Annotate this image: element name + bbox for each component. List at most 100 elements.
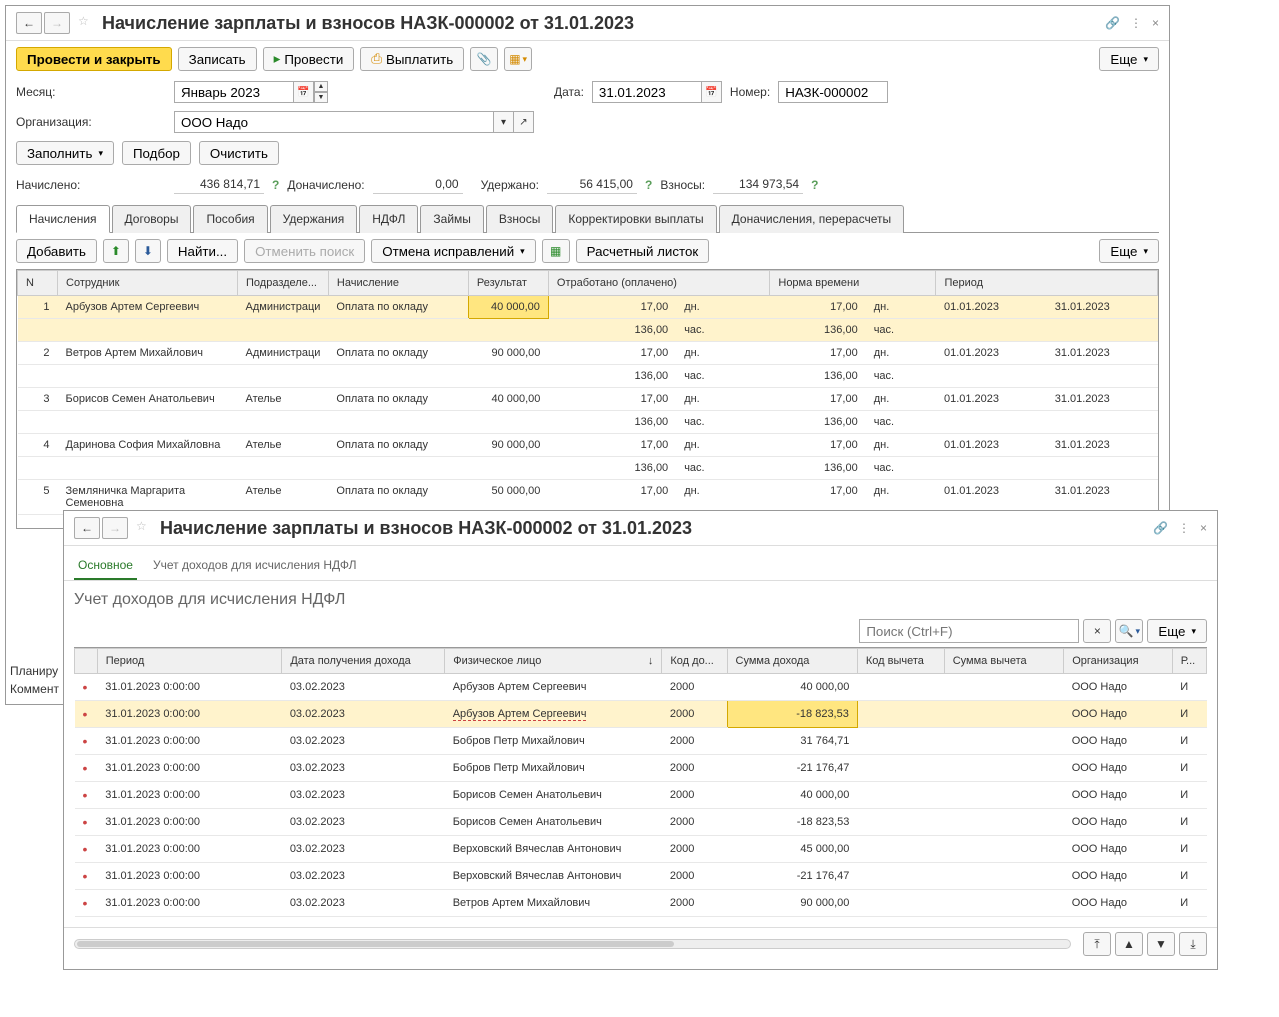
help-icon[interactable]: ? [272,178,279,192]
col-result[interactable]: Результат [468,271,548,296]
table-row[interactable]: •31.01.2023 0:00:0003.02.2023Бобров Петр… [75,755,1207,782]
nav-back-button[interactable]: ← [16,12,42,34]
nav-back-button[interactable]: ← [74,517,100,539]
tab-8[interactable]: Доначисления, перерасчеты [719,205,904,233]
save-button[interactable]: Записать [178,47,257,71]
move-up-icon[interactable]: ⬆ [103,239,129,263]
table-row[interactable]: •31.01.2023 0:00:0003.02.2023Арбузов Арт… [75,701,1207,728]
help-icon[interactable]: ? [811,178,818,192]
favorite-star-icon[interactable]: ☆ [78,14,96,32]
link-icon[interactable]: 🔗 [1105,16,1120,30]
close-icon[interactable]: × [1200,521,1207,535]
table-row[interactable]: •31.01.2023 0:00:0003.02.2023Верховский … [75,836,1207,863]
tab-4[interactable]: НДФЛ [359,205,418,233]
kebab-icon[interactable]: ⋮ [1130,16,1142,30]
tab-7[interactable]: Корректировки выплаты [555,205,716,233]
search-input[interactable] [859,619,1079,643]
col-employee[interactable]: Сотрудник [58,271,238,296]
col-norm[interactable]: Норма времени [770,271,936,296]
kebab-icon[interactable]: ⋮ [1178,521,1190,535]
income-table[interactable]: Период Дата получения дохода Физическое … [74,647,1207,927]
col-dept[interactable]: Подразделе... [238,271,329,296]
month-calendar-icon[interactable]: 📅 [294,81,314,103]
subtab-ndfl[interactable]: Учет доходов для исчисления НДФЛ [149,552,361,580]
h-scrollbar[interactable] [74,939,1071,949]
more-button-2[interactable]: Еще [1147,619,1207,643]
clear-search-icon[interactable]: × [1083,619,1111,643]
scroll-bottom-icon[interactable]: ⤓ [1179,932,1207,956]
search-icon[interactable]: 🔍 [1115,619,1143,643]
col-person[interactable]: Физическое лицо ↓ [445,649,662,674]
reports-button[interactable]: ▦ [504,47,532,71]
more-button[interactable]: Еще [1099,47,1159,71]
accruals-table[interactable]: N Сотрудник Подразделе... Начисление Рез… [16,269,1159,529]
tab-2[interactable]: Пособия [193,205,267,233]
tab-3[interactable]: Удержания [270,205,358,233]
fill-button[interactable]: Заполнить [16,141,114,165]
col-worked[interactable]: Отработано (оплачено) [548,271,769,296]
number-input[interactable] [778,81,888,103]
clear-button[interactable]: Очистить [199,141,279,165]
table-row[interactable]: •31.01.2023 0:00:0003.02.2023Бобров Петр… [75,728,1207,755]
add-button[interactable]: Добавить [16,239,97,263]
post-and-close-button[interactable]: Провести и закрыть [16,47,172,71]
help-icon[interactable]: ? [645,178,652,192]
table-row[interactable]: •31.01.2023 0:00:0003.02.2023Борисов Сем… [75,809,1207,836]
pay-button[interactable]: ⎙Выплатить [360,47,464,71]
link-icon[interactable]: 🔗 [1153,521,1168,535]
table-row[interactable]: 1Арбузов Артем СергеевичАдминистрациОпла… [18,296,1158,319]
col-accrual[interactable]: Начисление [328,271,468,296]
table-row[interactable]: •31.01.2023 0:00:0003.02.2023Борисов Сем… [75,782,1207,809]
col-period[interactable]: Период [936,271,1158,296]
table-row[interactable]: 136,00час.136,00час. [18,411,1158,434]
col-org[interactable]: Организация [1064,649,1173,674]
table-row[interactable]: 136,00час.136,00час. [18,457,1158,480]
table-more-button[interactable]: Еще [1099,239,1159,263]
month-input[interactable] [174,81,294,103]
table-row[interactable]: 3Борисов Семен АнатольевичАтельеОплата п… [18,388,1158,411]
col-dedcode[interactable]: Код вычета [857,649,944,674]
org-dropdown-icon[interactable]: ▾ [494,111,514,133]
col-period[interactable]: Период [97,649,282,674]
table-row[interactable]: 2Ветров Артем МихайловичАдминистрациОпла… [18,342,1158,365]
find-button[interactable]: Найти... [167,239,238,263]
date-input[interactable] [592,81,702,103]
scroll-down-icon[interactable]: ▼ [1147,932,1175,956]
table-row[interactable]: 4Даринова София МихайловнаАтельеОплата п… [18,434,1158,457]
cancel-search-button[interactable]: Отменить поиск [244,239,365,263]
org-input[interactable] [174,111,494,133]
tab-5[interactable]: Займы [420,205,484,233]
col-amount[interactable]: Сумма дохода [727,649,857,674]
col-code[interactable]: Код до... [662,649,727,674]
col-reg[interactable]: Р... [1172,649,1206,674]
attachment-button[interactable]: 📎 [470,47,498,71]
subtab-main[interactable]: Основное [74,552,137,580]
details-icon[interactable]: ▦ [542,239,570,263]
date-calendar-icon[interactable]: 📅 [702,81,722,103]
close-icon[interactable]: × [1152,16,1159,30]
month-down-button[interactable]: ▼ [314,92,328,103]
col-n[interactable]: N [18,271,58,296]
month-up-button[interactable]: ▲ [314,81,328,92]
org-open-icon[interactable]: ↗ [514,111,534,133]
tab-6[interactable]: Взносы [486,205,553,233]
cancel-fix-button[interactable]: Отмена исправлений [371,239,535,263]
table-row[interactable]: 136,00час.136,00час. [18,365,1158,388]
table-row[interactable]: •31.01.2023 0:00:0003.02.2023Верховский … [75,863,1207,890]
nav-forward-button[interactable]: → [102,517,128,539]
table-row[interactable]: •31.01.2023 0:00:0003.02.2023Ветров Арте… [75,890,1207,917]
scroll-top-icon[interactable]: ⤒ [1083,932,1111,956]
tab-1[interactable]: Договоры [112,205,192,233]
scroll-up-icon[interactable]: ▲ [1115,932,1143,956]
move-down-icon[interactable]: ⬇ [135,239,161,263]
favorite-star-icon[interactable]: ☆ [136,519,154,537]
tab-0[interactable]: Начисления [16,205,110,233]
col-dedamt[interactable]: Сумма вычета [944,649,1063,674]
post-button[interactable]: ▸Провести [263,47,355,71]
payslip-button[interactable]: Расчетный листок [576,239,710,263]
nav-forward-button[interactable]: → [44,12,70,34]
table-row[interactable]: •31.01.2023 0:00:0003.02.2023Арбузов Арт… [75,674,1207,701]
col-receipt-date[interactable]: Дата получения дохода [282,649,445,674]
pick-button[interactable]: Подбор [122,141,191,165]
table-row[interactable]: 136,00час.136,00час. [18,319,1158,342]
